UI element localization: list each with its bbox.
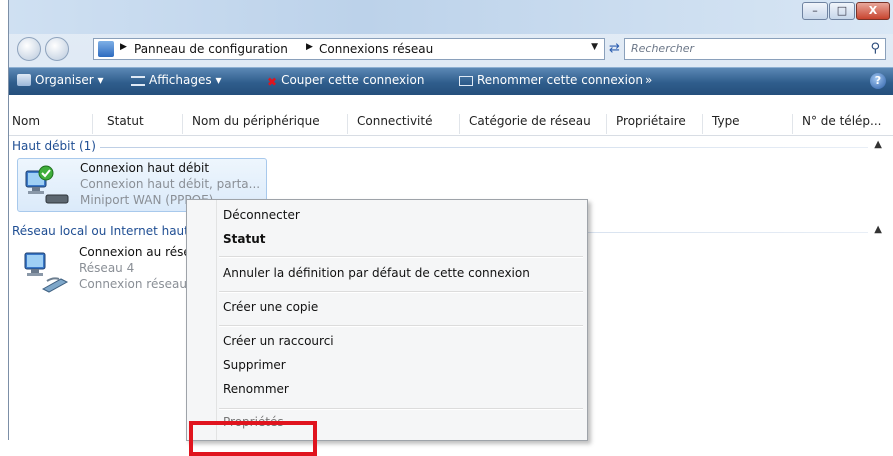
column-header-type[interactable]: Type: [703, 114, 793, 134]
search-icon[interactable]: ⚲: [870, 41, 880, 56]
close-button[interactable]: X: [856, 2, 890, 20]
address-bar[interactable]: ▶ Panneau de configuration ▶ Connexions …: [93, 38, 605, 60]
menu-item-create-shortcut[interactable]: Créer un raccourci: [223, 334, 334, 348]
highlight-annotation: [189, 421, 317, 456]
network-connection-icon: [24, 252, 69, 293]
column-header-device[interactable]: Nom du périphérique: [183, 114, 348, 134]
breadcrumb-network-connections[interactable]: Connexions réseau: [319, 42, 433, 56]
menu-item-status[interactable]: Statut: [223, 232, 266, 246]
context-menu: Déconnecter Statut Annuler la définition…: [186, 199, 588, 441]
search-input[interactable]: Rechercher ⚲: [624, 38, 886, 60]
menu-item-rename[interactable]: Renommer: [223, 382, 289, 396]
refresh-icon[interactable]: ⇄: [609, 41, 620, 56]
chevron-down-icon[interactable]: ▼: [591, 42, 598, 52]
connection-status: Connexion haut débit, parta...: [80, 177, 261, 191]
breadcrumb-separator-icon: ▶: [306, 42, 313, 52]
menu-item-disconnect[interactable]: Déconnecter: [223, 208, 300, 222]
menu-item-delete[interactable]: Supprimer: [223, 358, 286, 372]
organize-button[interactable]: Organiser ▾: [17, 73, 104, 87]
group-divider: [12, 147, 868, 148]
menu-separator: [219, 408, 583, 410]
column-header-name[interactable]: Nom: [9, 114, 93, 134]
column-header-status[interactable]: Statut: [93, 114, 183, 134]
views-button[interactable]: Affichages ▾: [131, 73, 221, 87]
column-header-phone[interactable]: N° de télép...: [793, 114, 893, 134]
rename-icon: [459, 76, 473, 86]
disconnect-icon: ✖: [267, 75, 278, 89]
column-header-category[interactable]: Catégorie de réseau: [460, 114, 607, 134]
help-icon[interactable]: ?: [870, 73, 886, 89]
chevron-up-icon[interactable]: ▲: [874, 139, 882, 150]
group-header-broadband[interactable]: Haut débit (1) ▲: [9, 139, 893, 155]
connection-name: Connexion haut débit: [80, 161, 210, 175]
more-button[interactable]: »: [645, 73, 652, 87]
maximize-button[interactable]: □: [829, 2, 855, 20]
toolbar: Organiser ▾ Affichages ▾ ✖ Couper cette c…: [9, 67, 893, 95]
connection-status: Réseau 4: [79, 261, 135, 275]
chevron-up-icon[interactable]: ▲: [874, 224, 882, 235]
control-panel-icon: [98, 41, 114, 57]
organize-icon: [17, 74, 31, 86]
disconnect-button[interactable]: ✖ Couper cette connexion: [267, 73, 424, 89]
forward-arrow-icon[interactable]: [45, 37, 69, 61]
menu-gutter: [216, 200, 217, 440]
menu-separator: [219, 291, 583, 293]
minimize-button[interactable]: –: [802, 2, 828, 20]
group-title: Haut débit (1): [12, 139, 100, 153]
menu-separator: [219, 325, 583, 327]
rename-button[interactable]: Renommer cette connexion: [459, 73, 643, 87]
title-bar: – □ X: [9, 0, 893, 34]
search-placeholder: Rechercher: [631, 42, 695, 55]
network-connection-icon: [25, 165, 69, 204]
views-icon: [131, 76, 145, 86]
column-header-row: Nom Statut Nom du périphérique Connectiv…: [9, 95, 893, 136]
breadcrumb-control-panel[interactable]: Panneau de configuration: [134, 42, 288, 56]
breadcrumb-separator-icon: ▶: [120, 42, 127, 52]
column-header-connectivity[interactable]: Connectivité: [348, 114, 460, 134]
address-row: ▶ Panneau de configuration ▶ Connexions …: [9, 34, 893, 64]
back-arrow-icon[interactable]: [17, 37, 41, 61]
connection-device: Connexion réseau: [79, 277, 187, 291]
menu-item-create-copy[interactable]: Créer une copie: [223, 300, 318, 314]
column-header-owner[interactable]: Propriétaire: [607, 114, 703, 134]
menu-item-cancel-default[interactable]: Annuler la définition par défaut de cett…: [223, 266, 530, 280]
menu-separator: [219, 256, 583, 258]
